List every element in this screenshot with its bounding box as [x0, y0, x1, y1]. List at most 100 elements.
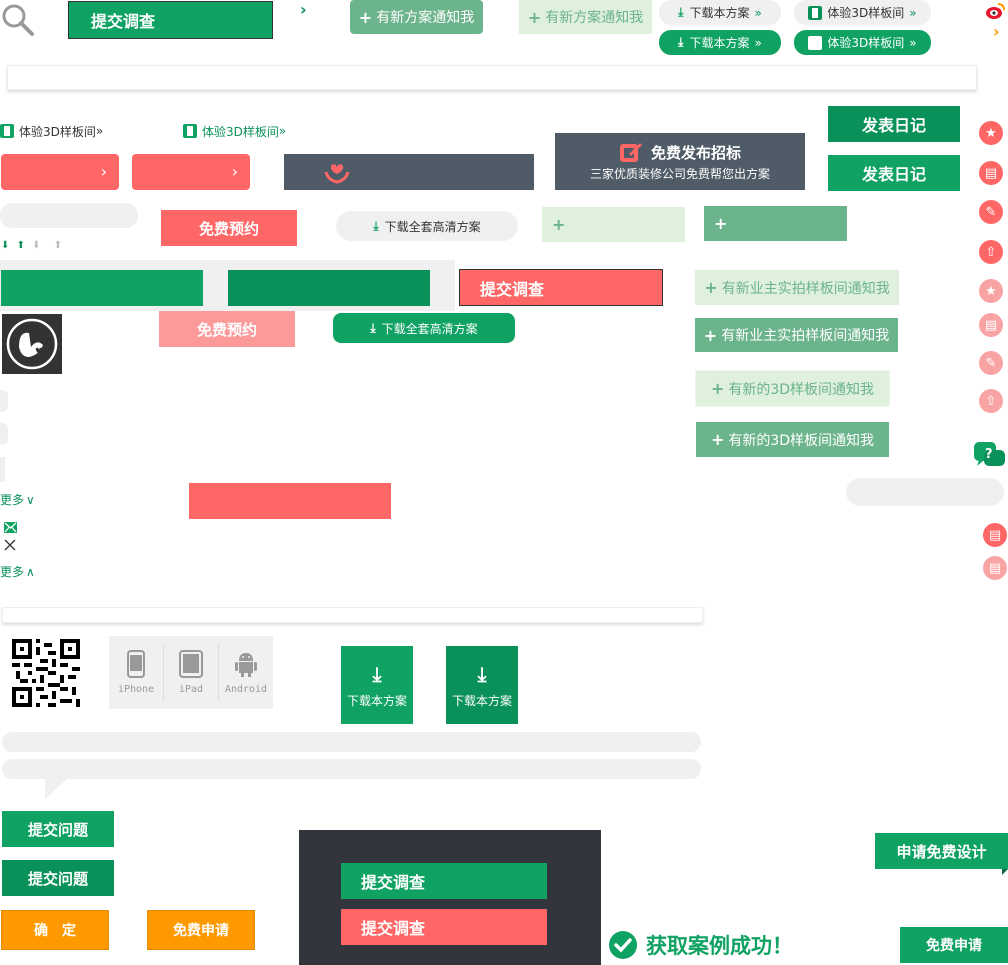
free-bid-banner[interactable]: 免费发布招标 三家优质装修公司免费帮您出方案	[555, 133, 805, 190]
owner-notify-button-light[interactable]: + 有新业主实拍样板间通知我	[695, 270, 899, 305]
apply-design-button[interactable]: 申请免费设计	[875, 833, 1008, 869]
pen-icon[interactable]: ✎	[979, 351, 1003, 375]
experience-3d-label: 体验3D样板间	[827, 6, 905, 20]
download-plan-button[interactable]: ⤓ 下载本方案 »	[659, 30, 781, 55]
download-plan-tile-dark[interactable]: ⤓ 下载本方案	[446, 646, 518, 724]
divider-bar	[7, 65, 977, 90]
red-bar-button[interactable]	[189, 483, 391, 519]
upload-icon[interactable]: ⇧	[979, 389, 1003, 413]
experience-3d-button-light[interactable]: 体验3D样板间 »	[794, 0, 931, 25]
double-chevron-icon: »	[909, 5, 917, 20]
edit-icon	[619, 143, 642, 162]
download-plan-button-light[interactable]: ⤓ 下载本方案 »	[659, 0, 781, 25]
more-expand-link[interactable]: 更多 ∨	[0, 491, 35, 508]
survey-button-green[interactable]: 提交调查	[341, 863, 547, 899]
chevron-down-icon: ∨	[26, 492, 35, 507]
pen-icon[interactable]: ✎	[979, 200, 1003, 224]
download-plan-label: 下载本方案	[451, 693, 512, 708]
download-icon: ⤓	[477, 661, 487, 686]
chat-icon[interactable]: ▤	[979, 161, 1003, 185]
free-apply-button[interactable]: 免费申请	[900, 927, 1008, 963]
red-arrow-button[interactable]: ›	[132, 154, 250, 190]
arrow-down-icon[interactable]: ⬇	[1, 240, 9, 251]
download-all-hd-button[interactable]: ⤓ 下载全套高清方案	[333, 313, 515, 343]
phone-icon	[127, 650, 145, 678]
double-chevron-icon: »	[754, 35, 762, 50]
close-icon[interactable]	[4, 539, 16, 551]
plus-button[interactable]: +	[704, 206, 847, 241]
star-icon[interactable]: ★	[979, 121, 1003, 145]
iphone-link[interactable]: iPhone	[109, 644, 164, 701]
side-tab	[0, 423, 8, 445]
red-arrow-button[interactable]: ›	[1, 154, 119, 190]
sort-arrows[interactable]: ⬇ ⬆ ⬇ ⬆	[1, 240, 62, 251]
new-3d-notify-label: 有新的3D样板间通知我	[728, 381, 875, 398]
submit-question-button[interactable]: 提交问题	[2, 860, 114, 896]
free-booking-button[interactable]: 免费预约	[161, 210, 297, 246]
chat-bubble	[846, 478, 1004, 506]
plus-icon: +	[703, 325, 718, 345]
experience-3d-button[interactable]: 体验3D样板间 »	[794, 30, 931, 55]
download-plan-label: 下载本方案	[689, 6, 750, 20]
notify-plan-label: 有新方案通知我	[376, 10, 475, 26]
experience-3d-link-green[interactable]: 体验3D样板间»	[183, 122, 286, 140]
heart-banner[interactable]	[284, 154, 534, 190]
publish-diary-button[interactable]: 发表日记	[828, 155, 960, 191]
success-message: 获取案例成功！	[608, 928, 793, 962]
submit-question-button[interactable]: 提交问题	[2, 811, 114, 847]
chevron-right-icon[interactable]: ›	[300, 0, 307, 19]
mail-icon[interactable]	[4, 522, 17, 533]
android-link[interactable]: Android	[219, 644, 273, 701]
plus-icon: +	[714, 214, 728, 233]
more-label: 更多	[0, 493, 25, 507]
green-bar-button-dark[interactable]	[228, 270, 430, 306]
qq-icon[interactable]: ?	[973, 441, 1006, 471]
plus-icon: +	[704, 278, 718, 297]
arrow-up-icon[interactable]: ⬆	[17, 240, 25, 251]
more-collapse-link[interactable]: 更多 ∧	[0, 563, 35, 580]
download-all-hd-label: 下载全套高清方案	[381, 321, 478, 336]
chevron-up-icon: ∧	[26, 564, 35, 579]
publish-diary-button[interactable]: 发表日记	[828, 106, 960, 142]
survey-button[interactable]: 提交调查	[68, 1, 273, 39]
survey-button-red[interactable]: 提交调查	[459, 269, 663, 306]
notify-plan-button-light[interactable]: + 有新方案通知我	[519, 0, 652, 34]
confirm-button[interactable]: 确 定	[1, 910, 109, 950]
free-booking-button-pale[interactable]: 免费预约	[159, 311, 295, 347]
double-chevron-icon: »	[909, 35, 917, 50]
download-icon: ⤓	[678, 35, 684, 49]
new-3d-notify-button-light[interactable]: + 有新的3D样板间通知我	[695, 370, 890, 407]
arrow-down-icon[interactable]: ⬇	[32, 240, 40, 251]
text-bubble	[2, 759, 701, 779]
ipad-link[interactable]: iPad	[164, 644, 219, 701]
qr-code[interactable]	[12, 639, 80, 707]
search-icon[interactable]	[0, 2, 36, 38]
cube-3d-icon	[808, 35, 823, 50]
owner-notify-button[interactable]: + 有新业主实拍样板间通知我	[695, 318, 898, 352]
experience-3d-link[interactable]: 体验3D样板间»	[0, 122, 103, 140]
chat-icon[interactable]: ▤	[983, 556, 1007, 580]
star-icon[interactable]: ★	[979, 279, 1003, 303]
notify-plan-button[interactable]: + 有新方案通知我	[350, 0, 483, 34]
new-3d-notify-label: 有新的3D样板间通知我	[728, 432, 875, 449]
weibo-icon[interactable]	[985, 2, 1005, 20]
chat-icon[interactable]: ▤	[979, 313, 1003, 337]
green-bar-button[interactable]	[1, 270, 203, 306]
chat-icon[interactable]: ▤	[983, 523, 1007, 547]
survey-button-red[interactable]: 提交调查	[341, 909, 547, 945]
chevron-right-icon[interactable]: ›	[993, 22, 1000, 41]
success-text: 获取案例成功！	[646, 933, 793, 958]
more-label: 更多	[0, 565, 25, 579]
download-plan-tile[interactable]: ⤓ 下载本方案	[341, 646, 413, 724]
new-3d-notify-button[interactable]: + 有新的3D样板间通知我	[696, 422, 889, 457]
free-bid-subtitle: 三家优质装修公司免费帮您出方案	[589, 167, 770, 181]
upload-icon[interactable]: ⇧	[979, 240, 1003, 264]
download-all-hd-button-light[interactable]: ⤓ 下载全套高清方案	[336, 211, 518, 241]
divider-bar	[2, 607, 703, 623]
experience-3d-label: 体验3D样板间	[19, 124, 96, 139]
experience-3d-label: 体验3D样板间	[202, 124, 279, 139]
arrow-up-icon[interactable]: ⬆	[54, 240, 62, 251]
plus-button-light[interactable]: +	[542, 207, 685, 242]
plus-icon: +	[527, 7, 542, 27]
free-apply-button-orange[interactable]: 免费申请	[147, 910, 255, 950]
